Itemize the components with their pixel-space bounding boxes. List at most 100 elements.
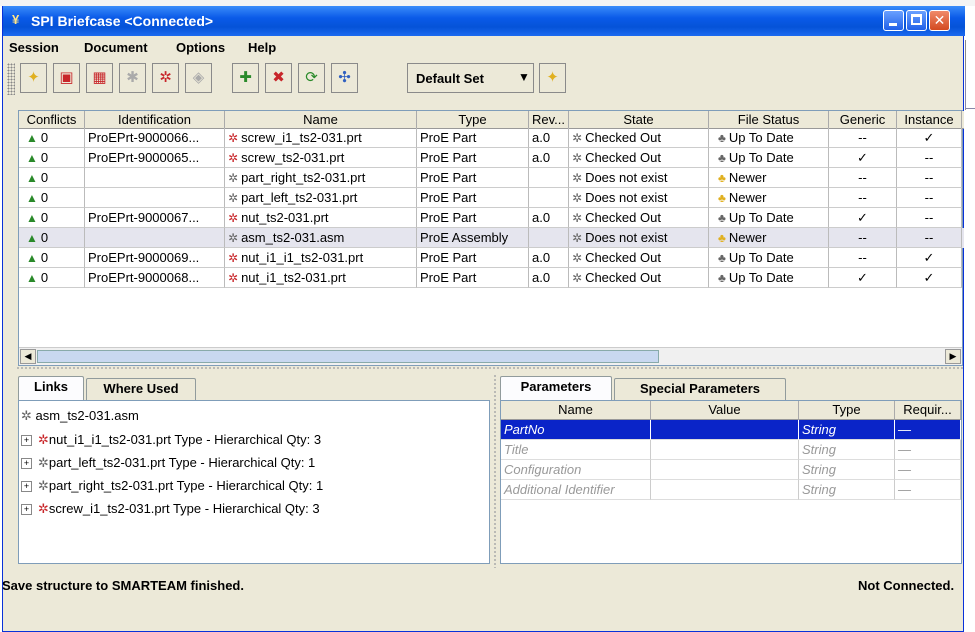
copy-button[interactable]: ◈ [185, 63, 212, 93]
maximize-button[interactable] [906, 10, 927, 31]
cell-text: ✓ [923, 270, 935, 285]
copy-icon: ◈ [192, 69, 205, 86]
tab-special-parameters[interactable]: Special Parameters [614, 378, 786, 400]
col-type[interactable]: Type [417, 111, 529, 128]
param-cell-value[interactable] [651, 440, 799, 460]
cell-text: Up To Date [728, 210, 794, 225]
cell-status: ♣ Up To Date [709, 148, 829, 168]
cell-id [85, 168, 225, 188]
state-icon: ✲ [572, 171, 583, 185]
tab-where-used[interactable]: Where Used [86, 378, 196, 400]
tree-item[interactable]: + ✲screw_i1_ts2-031.prt Type - Hierarchic… [21, 498, 320, 520]
param-cell-value[interactable] [651, 460, 799, 480]
table-row[interactable]: ▲ 0 ProEPrt-9000068... ✲ nut_i1_ts2-031.prt P… [19, 268, 964, 288]
table-row[interactable]: ▲ 0 ProEPrt-9000069... ✲ nut_i1_i1_ts2-031.p… [19, 248, 964, 268]
cell-id [85, 188, 225, 208]
part-icon: ✲ [38, 455, 49, 470]
vertical-splitter[interactable] [493, 374, 498, 568]
lock-button[interactable]: ✱ [119, 63, 146, 93]
menu-bar: Session Document Options Help [3, 36, 965, 58]
cell-type: ProE Part [417, 168, 529, 188]
param-row[interactable]: Configuration String — [501, 460, 961, 480]
expand-icon[interactable]: + [21, 458, 32, 470]
cell-rev [529, 168, 569, 188]
horizontal-splitter[interactable] [16, 366, 963, 371]
col-conflicts[interactable]: Conflicts [19, 111, 85, 128]
cell-text: ✓ [857, 150, 868, 165]
col-instance[interactable]: Instance [897, 111, 962, 128]
filter-button[interactable]: ✣ [331, 63, 358, 93]
checkin-button[interactable]: ✚ [232, 63, 259, 93]
open-button[interactable]: ▣ [53, 63, 80, 93]
set-selector[interactable]: Default Set ▼ [407, 63, 534, 93]
settings-button[interactable]: ✦ [539, 63, 566, 93]
param-cell-req: — [895, 420, 961, 440]
param-col-type[interactable]: Type [799, 401, 895, 420]
table-row[interactable]: ▲ 0 ✲ part_right_ts2-031.prt ProE Part ✲ Does … [19, 168, 964, 188]
param-cell-name: Additional Identifier [501, 480, 651, 500]
param-row[interactable]: PartNo String — [501, 420, 961, 440]
cell-instance: -- [897, 228, 962, 248]
close-button[interactable]: ✕ [929, 10, 950, 31]
new-document-icon: ✦ [27, 69, 40, 86]
tab-parameters[interactable]: Parameters [500, 376, 612, 401]
scroll-left-button[interactable]: ◀ [20, 349, 36, 364]
scroll-thumb[interactable] [37, 350, 659, 363]
expand-icon[interactable]: + [21, 481, 32, 493]
col-name[interactable]: Name [225, 111, 417, 128]
cell-text: 0 [40, 130, 49, 145]
param-cell-value[interactable] [651, 420, 799, 440]
cell-state: ✲ Checked Out [569, 268, 709, 288]
expand-icon[interactable]: + [21, 504, 32, 516]
table-row[interactable]: ▲ 0 ProEPrt-9000066... ✲ screw_i1_ts2-031.pr… [19, 128, 964, 148]
cell-text: Does not exist [585, 170, 668, 185]
tree-item[interactable]: + ✲part_right_ts2-031.prt Type - Hierarch… [21, 475, 323, 497]
undo-checkout-button[interactable]: ✖ [265, 63, 292, 93]
tree-root[interactable]: ✲ asm_ts2-031.asm [21, 405, 139, 427]
cell-text: nut_ts2-031.prt [241, 210, 329, 225]
table-row[interactable]: ▲ 0 ProEPrt-9000065... ✲ screw_ts2-031.prt Pr… [19, 148, 964, 168]
tree-item-label: part_left_ts2-031.prt Type - Hierarchica… [48, 455, 316, 470]
col-revision[interactable]: Rev... [529, 111, 569, 128]
col-state[interactable]: State [569, 111, 709, 128]
checkout-button[interactable]: ✲ [152, 63, 179, 93]
set-selector-value: Default Set [416, 71, 484, 86]
new-document-button[interactable]: ✦ [20, 63, 47, 93]
minimize-button[interactable] [883, 10, 904, 31]
param-col-name[interactable]: Name [501, 401, 651, 420]
col-file-status[interactable]: File Status [709, 111, 829, 128]
param-row[interactable]: Additional Identifier String — [501, 480, 961, 500]
horizontal-scrollbar[interactable]: ◀ ▶ [19, 347, 962, 365]
cell-text: ProEPrt-9000067... [88, 210, 200, 225]
toolbar-grip[interactable] [7, 63, 15, 95]
table-row[interactable]: ▲ 0 ✲ asm_ts2-031.asm ProE Assembly ✲ Does not… [19, 228, 964, 248]
cell-type: ProE Part [417, 208, 529, 228]
save-button[interactable]: ▦ [86, 63, 113, 93]
refresh-button[interactable]: ⟳ [298, 63, 325, 93]
col-identification[interactable]: Identification [85, 111, 225, 128]
file-status-icon: ♣ [718, 131, 726, 145]
param-row[interactable]: Title String — [501, 440, 961, 460]
title-bar[interactable]: ¥ SPI Briefcase <Connected> ✕ [3, 6, 965, 36]
menu-session[interactable]: Session [9, 40, 59, 55]
menu-options[interactable]: Options [176, 40, 225, 55]
param-col-value[interactable]: Value [651, 401, 799, 420]
scroll-right-button[interactable]: ▶ [945, 349, 961, 364]
menu-document[interactable]: Document [84, 40, 148, 55]
app-icon: ¥ [12, 12, 20, 27]
tree-item[interactable]: + ✲nut_i1_i1_ts2-031.prt Type - Hierarchi… [21, 429, 321, 451]
cell-text: -- [924, 230, 934, 245]
expand-icon[interactable]: + [21, 435, 32, 447]
cell-id: ProEPrt-9000068... [85, 268, 225, 288]
table-row[interactable]: ▲ 0 ✲ part_left_ts2-031.prt ProE Part ✲ Does n… [19, 188, 964, 208]
param-cell-value[interactable] [651, 480, 799, 500]
cell-status: ♣ Newer [709, 188, 829, 208]
tab-links[interactable]: Links [18, 376, 84, 401]
param-col-required[interactable]: Requir... [895, 401, 961, 420]
part-checked-out-icon: ✲ [228, 211, 239, 225]
menu-help[interactable]: Help [248, 40, 276, 55]
col-generic[interactable]: Generic [829, 111, 897, 128]
cell-type: ProE Part [417, 268, 529, 288]
tree-item[interactable]: + ✲part_left_ts2-031.prt Type - Hierarchi… [21, 452, 315, 474]
table-row[interactable]: ▲ 0 ProEPrt-9000067... ✲ nut_ts2-031.prt ProE… [19, 208, 964, 228]
